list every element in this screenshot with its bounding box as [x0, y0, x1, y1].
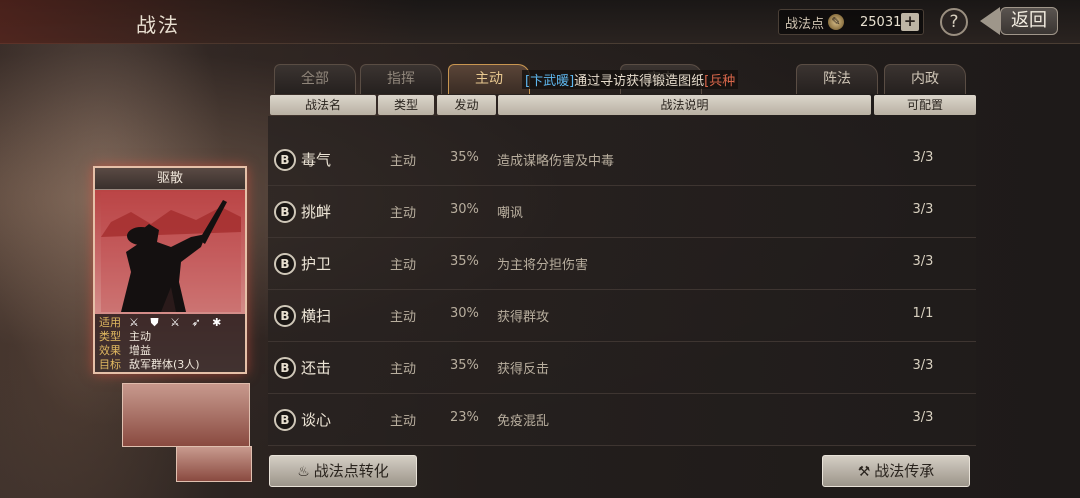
skill-row[interactable]: B 挑衅 主动 30% 嘲讽 3/3	[268, 186, 976, 238]
skill-rate: 35%	[450, 254, 479, 269]
skill-rate: 30%	[450, 202, 479, 217]
grade-badge: B	[274, 305, 296, 327]
skill-rate: 30%	[450, 306, 479, 321]
grade-badge: B	[274, 357, 296, 379]
target-label: 目标	[99, 358, 121, 371]
notice-player: [卞武暖]	[525, 74, 575, 89]
skill-rate: 23%	[450, 410, 479, 425]
applicable-label: 适用	[99, 316, 121, 329]
skill-count: 3/3	[912, 410, 934, 425]
tab-all[interactable]: 全部	[274, 64, 356, 94]
card-stack-back	[176, 446, 252, 482]
card-art	[101, 192, 241, 312]
scrolling-notice: [卞武暖]通过寻访获得锻造图纸[兵种	[522, 70, 739, 89]
skill-name: 横扫	[301, 307, 332, 325]
column-header-type[interactable]: 类型	[378, 95, 434, 115]
skill-desc: 免疫混乱	[497, 414, 550, 429]
skill-rate: 35%	[450, 358, 479, 373]
skill-type: 主动	[390, 154, 417, 169]
skill-count: 3/3	[912, 202, 934, 217]
grade-badge: B	[274, 409, 296, 431]
skill-row[interactable]: B 谈心 主动 23% 免疫混乱 3/3	[268, 394, 976, 446]
skill-count: 3/3	[912, 358, 934, 373]
skill-count: 3/3	[912, 150, 934, 165]
effect-label: 效果	[99, 344, 121, 357]
skill-row[interactable]: B 还击 主动 35% 获得反击 3/3	[268, 342, 976, 394]
skill-type: 主动	[390, 206, 417, 221]
grade-badge: B	[274, 201, 296, 223]
skill-name: 护卫	[301, 255, 332, 273]
skill-rate: 35%	[450, 150, 479, 165]
flame-icon: ♨	[297, 464, 310, 480]
inherit-skill-button[interactable]: ⚒ 战法传承	[822, 455, 970, 487]
back-label: 返回	[1000, 7, 1058, 35]
column-header-desc: 战法说明	[498, 95, 871, 115]
notice-text: 通过寻访获得锻造图纸	[574, 74, 705, 89]
skill-count: 1/1	[912, 306, 934, 321]
tab-internal[interactable]: 内政	[884, 64, 966, 94]
skill-name: 谈心	[301, 411, 332, 429]
skill-type: 主动	[390, 310, 417, 325]
skill-points-label: 战法点	[785, 16, 825, 32]
skill-name: 还击	[301, 359, 332, 377]
top-bar: 战法 战法点 ✎ 25031 + ? 返回	[0, 0, 1080, 44]
card-title: 驱散	[95, 168, 245, 190]
add-points-button[interactable]: +	[901, 13, 919, 31]
skill-card[interactable]: 驱散 适用 ⚔ ⛊ ⚔ ➶ ✱ 类型 主动 效果 增益 目标 敌军群体(3人)	[93, 166, 247, 374]
back-arrow-icon	[980, 7, 1000, 35]
notice-item: [兵种	[704, 74, 736, 89]
type-label: 类型	[99, 330, 121, 343]
skill-points-box: 战法点 ✎ 25031 +	[778, 9, 924, 35]
skill-desc: 为主将分担伤害	[497, 258, 589, 273]
skill-desc: 嘲讽	[497, 206, 524, 221]
page-title: 战法	[136, 13, 180, 37]
inherit-skill-label: 战法传承	[874, 462, 935, 480]
tab-formation[interactable]: 阵法	[796, 64, 878, 94]
skill-desc: 获得反击	[497, 362, 550, 377]
skill-row[interactable]: B 毒气 主动 35% 造成谋略伤害及中毒 3/3	[268, 134, 976, 186]
column-header-name[interactable]: 战法名	[270, 95, 376, 115]
target-value: 敌军群体(3人)	[129, 358, 200, 371]
grade-badge: B	[274, 253, 296, 275]
type-value: 主动	[129, 330, 151, 343]
help-button[interactable]: ?	[940, 8, 968, 36]
troop-type-icons: ⚔ ⛊ ⚔ ➶ ✱	[129, 316, 226, 329]
grade-badge: B	[274, 149, 296, 171]
effect-value: 增益	[129, 344, 151, 357]
skill-type: 主动	[390, 258, 417, 273]
skill-points-icon: ✎	[828, 14, 845, 30]
skill-row[interactable]: B 横扫 主动 30% 获得群攻 1/1	[268, 290, 976, 342]
card-stack-back	[122, 383, 250, 447]
title-strip	[0, 0, 420, 44]
back-button[interactable]: 返回	[980, 7, 1072, 35]
tab-active[interactable]: 主动	[448, 64, 530, 94]
skill-name: 挑衅	[301, 203, 332, 221]
skill-count: 3/3	[912, 254, 934, 269]
convert-points-button[interactable]: ♨ 战法点转化	[269, 455, 417, 487]
convert-points-label: 战法点转化	[313, 462, 389, 480]
skill-desc: 获得群攻	[497, 310, 550, 325]
skill-name: 毒气	[301, 151, 332, 169]
skill-type: 主动	[390, 414, 417, 429]
column-header-count[interactable]: 可配置	[874, 95, 976, 115]
skill-desc: 造成谋略伤害及中毒	[497, 154, 615, 169]
skill-list: B 毒气 主动 35% 造成谋略伤害及中毒 3/3 B 挑衅 主动 30% 嘲讽…	[268, 116, 976, 446]
card-info: 适用 ⚔ ⛊ ⚔ ➶ ✱ 类型 主动 效果 增益 目标 敌军群体(3人)	[95, 314, 245, 372]
hammer-icon: ⚒	[857, 464, 871, 480]
skill-points-value: 25031	[860, 14, 902, 30]
skill-type: 主动	[390, 362, 417, 377]
skill-row[interactable]: B 护卫 主动 35% 为主将分担伤害 3/3	[268, 238, 976, 290]
column-header-rate[interactable]: 发动	[437, 95, 496, 115]
tab-command[interactable]: 指挥	[360, 64, 442, 94]
